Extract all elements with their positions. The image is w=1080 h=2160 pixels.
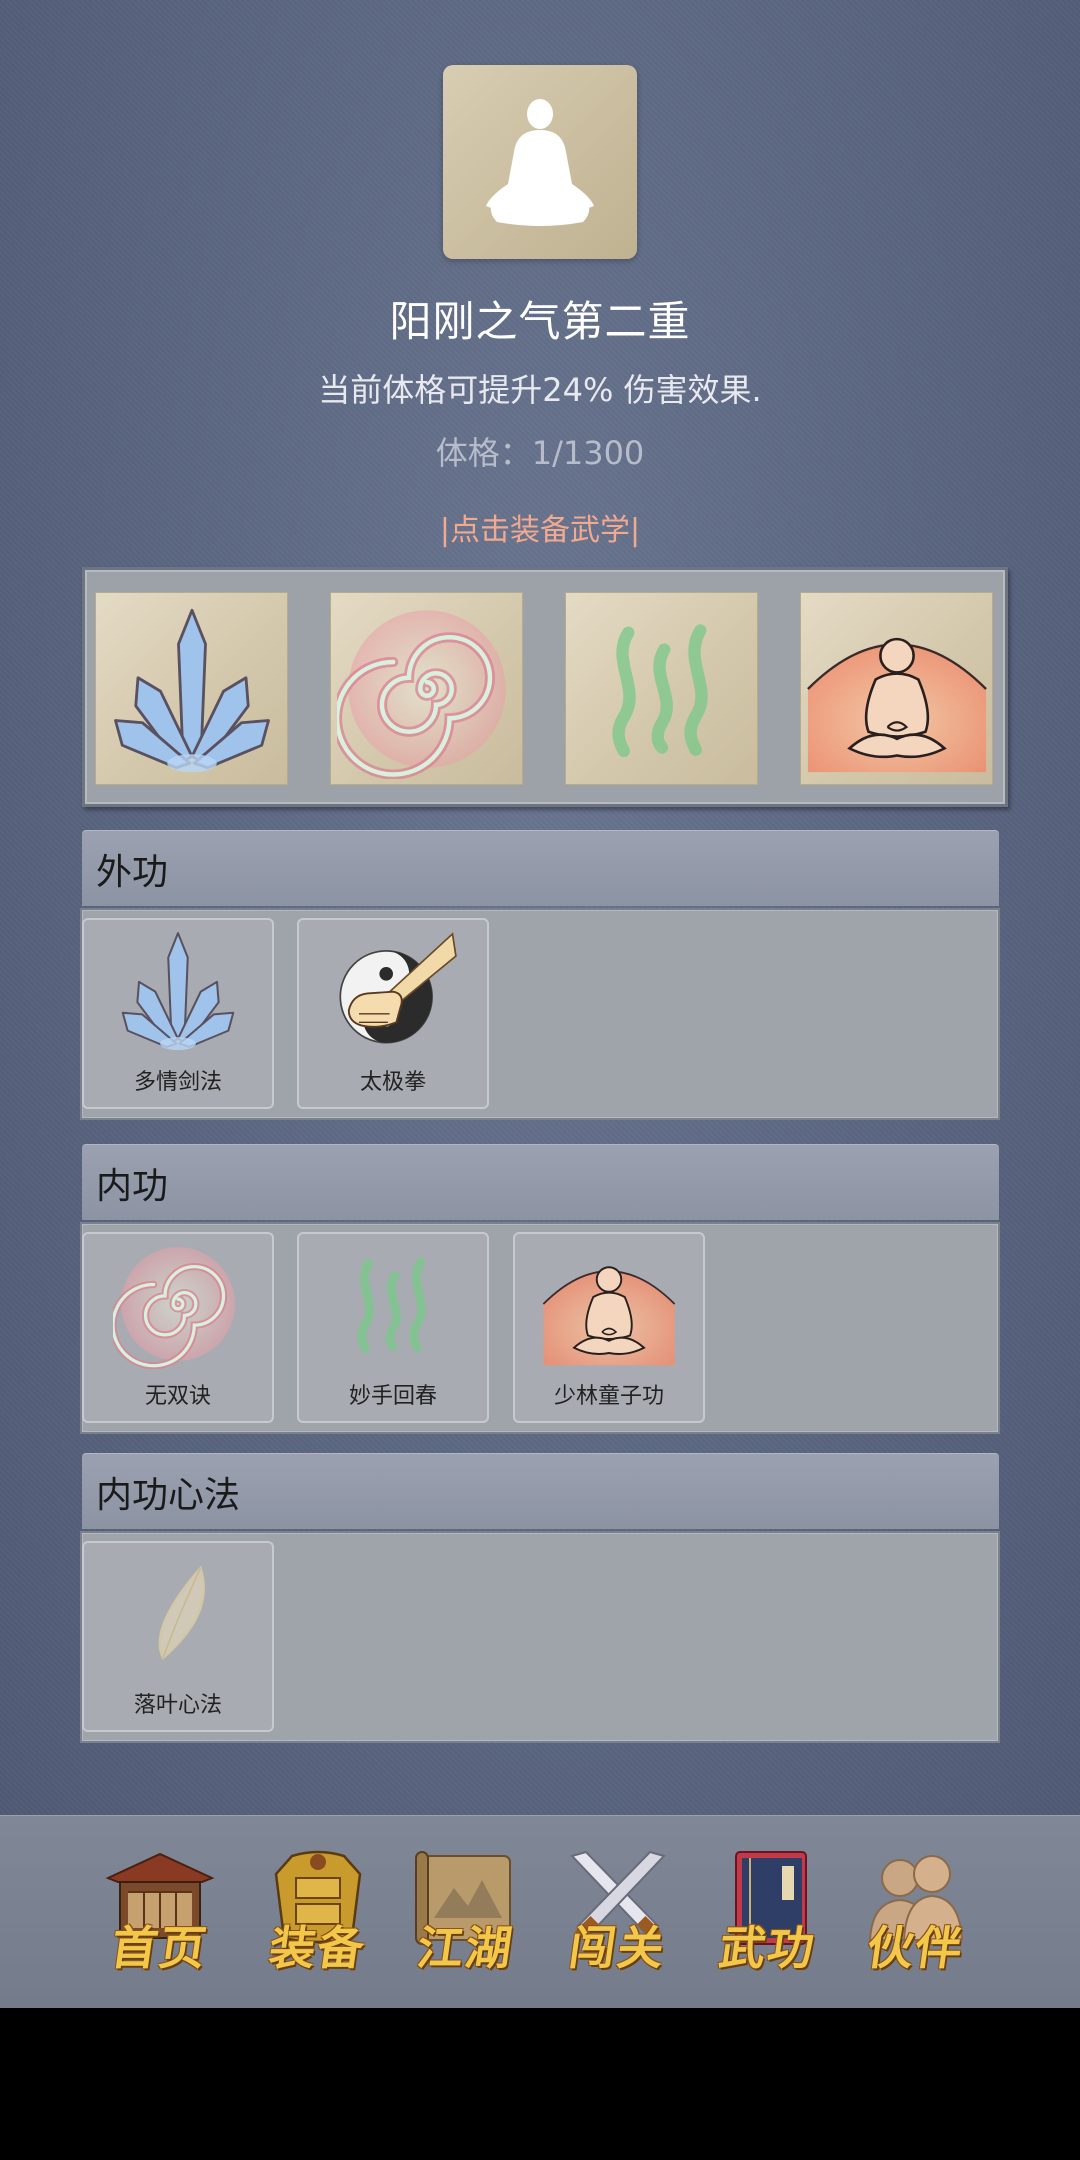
section-body-mind: 落叶心法 bbox=[80, 1531, 1000, 1743]
game-screen: 阳刚之气第二重 当前体格可提升24% 伤害效果. 体格：1/1300 |点击装备… bbox=[0, 0, 1080, 2008]
equip-skill-hint[interactable]: |点击装备武学| bbox=[0, 505, 1080, 549]
equipped-slot-1[interactable] bbox=[95, 592, 288, 785]
realm-description: 当前体格可提升24% 伤害效果. bbox=[318, 371, 762, 409]
skill-name: 多情剑法 bbox=[133, 1070, 222, 1095]
nav-jianghu[interactable]: 江湖 bbox=[402, 1848, 530, 1978]
section-header-inner: 内功 bbox=[82, 1144, 999, 1220]
green-waves-icon bbox=[328, 1239, 458, 1369]
leaf-icon bbox=[118, 1553, 238, 1673]
nav-challenge[interactable]: 闯关 bbox=[554, 1848, 682, 1978]
blue-sword-fan-icon bbox=[102, 599, 282, 779]
green-waves-icon bbox=[572, 599, 752, 779]
meditating-figure-icon bbox=[486, 99, 594, 226]
skill-card-3[interactable]: 少林童子功 bbox=[513, 1232, 705, 1423]
skill-name: 妙手回春 bbox=[348, 1384, 437, 1409]
skill-name: 无双诀 bbox=[144, 1384, 211, 1409]
nav-label: 江湖 bbox=[413, 1921, 518, 1975]
meditating-monk-icon bbox=[539, 1234, 679, 1374]
skill-card-1[interactable]: 无双诀 bbox=[82, 1232, 274, 1423]
nav-partners[interactable]: 伙伴 bbox=[852, 1848, 980, 1978]
nav-martial-arts[interactable]: 武功 bbox=[704, 1848, 832, 1978]
skill-name: 落叶心法 bbox=[133, 1693, 222, 1718]
meditating-monk-icon bbox=[802, 594, 992, 784]
equipped-slot-3[interactable] bbox=[565, 592, 758, 785]
meditating-figure-avatar[interactable] bbox=[443, 65, 637, 259]
nav-label: 武功 bbox=[715, 1921, 820, 1975]
bottom-nav: 首页 装备 江湖 闯关 武功 伙伴 bbox=[0, 1815, 1080, 2008]
equipped-slot-4[interactable] bbox=[800, 592, 993, 785]
pink-spiral-icon bbox=[113, 1239, 243, 1369]
equipped-skills-panel bbox=[82, 567, 1008, 807]
nav-equipment[interactable]: 装备 bbox=[254, 1848, 382, 1978]
section-body-inner: 无双诀 妙手回春 少林童子功 bbox=[80, 1222, 1000, 1434]
pink-spiral-icon bbox=[337, 599, 517, 779]
taiji-fist-icon bbox=[325, 922, 461, 1058]
nav-label: 伙伴 bbox=[863, 1921, 968, 1975]
section-header-mind: 内功心法 bbox=[82, 1453, 999, 1529]
section-body-outer: 多情剑法 太极拳 bbox=[80, 908, 1000, 1120]
system-bar-area bbox=[0, 2008, 1080, 2160]
skill-card-2[interactable]: 太极拳 bbox=[297, 918, 489, 1109]
nav-home[interactable]: 首页 bbox=[96, 1848, 224, 1978]
nav-label: 首页 bbox=[107, 1921, 212, 1975]
equipped-slot-2[interactable] bbox=[330, 592, 523, 785]
skill-card-1[interactable]: 落叶心法 bbox=[82, 1541, 274, 1732]
nav-label: 闯关 bbox=[565, 1921, 670, 1975]
blue-sword-fan-icon bbox=[113, 925, 243, 1055]
skill-name: 太极拳 bbox=[359, 1070, 426, 1095]
constitution-stat: 体格：1/1300 bbox=[435, 434, 645, 472]
realm-title: 阳刚之气第二重 bbox=[389, 297, 691, 346]
skill-name: 少林童子功 bbox=[553, 1384, 664, 1409]
nav-label: 装备 bbox=[265, 1921, 370, 1975]
skill-card-2[interactable]: 妙手回春 bbox=[297, 1232, 489, 1423]
skill-card-1[interactable]: 多情剑法 bbox=[82, 918, 274, 1109]
section-header-outer: 外功 bbox=[82, 830, 999, 906]
